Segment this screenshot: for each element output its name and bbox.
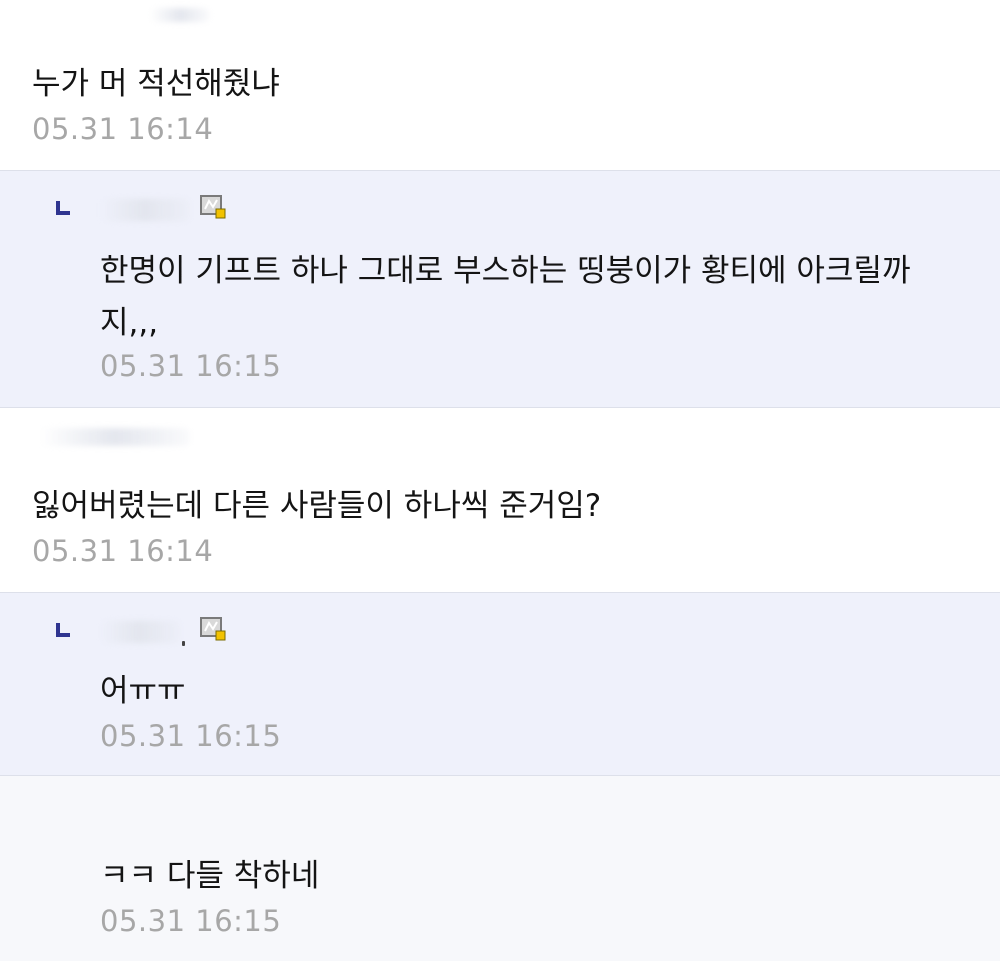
comment-text: 잃어버렸는데 다른 사람들이 하나씩 준거임?: [32, 488, 602, 524]
author-name-blurred[interactable]: [100, 621, 180, 643]
user-grade-icon: [200, 617, 226, 641]
reply-text: ㅋㅋ 다들 착하네: [100, 858, 320, 894]
reply-text: 어ㅠㅠ: [100, 673, 186, 709]
reply-arrow-icon: [56, 201, 70, 215]
comment-item: 잃어버렸는데 다른 사람들이 하나씩 준거임? 05.31 16:14: [0, 408, 1000, 592]
reply-item: 어ㅠㅠ 05.31 16:15: [0, 592, 1000, 776]
comment-timestamp: 05.31 16:14: [32, 534, 214, 568]
comment-text: 누가 머 적선해줬냐: [32, 66, 280, 102]
author-name-blurred[interactable]: [150, 8, 210, 22]
user-grade-icon: [200, 195, 226, 219]
comment-item: 누가 머 적선해줬냐 05.31 16:14: [0, 0, 1000, 170]
comment-timestamp: 05.31 16:14: [32, 112, 214, 146]
reply-item: ㅋㅋ 다들 착하네 05.31 16:15: [0, 776, 1000, 961]
reply-item: 한명이 기프트 하나 그대로 부스하는 띵붕이가 황티에 아크릴까 지,,, 0…: [0, 170, 1000, 408]
author-name-blurred[interactable]: [40, 428, 190, 446]
reply-timestamp: 05.31 16:15: [100, 904, 282, 938]
reply-timestamp: 05.31 16:15: [100, 719, 282, 753]
author-name-fragment: [182, 641, 185, 646]
reply-arrow-icon: [56, 623, 70, 637]
author-name-blurred[interactable]: [100, 199, 190, 221]
reply-text: 한명이 기프트 하나 그대로 부스하는 띵붕이가 황티에 아크릴까 지,,,: [100, 253, 911, 341]
reply-timestamp: 05.31 16:15: [100, 349, 282, 383]
